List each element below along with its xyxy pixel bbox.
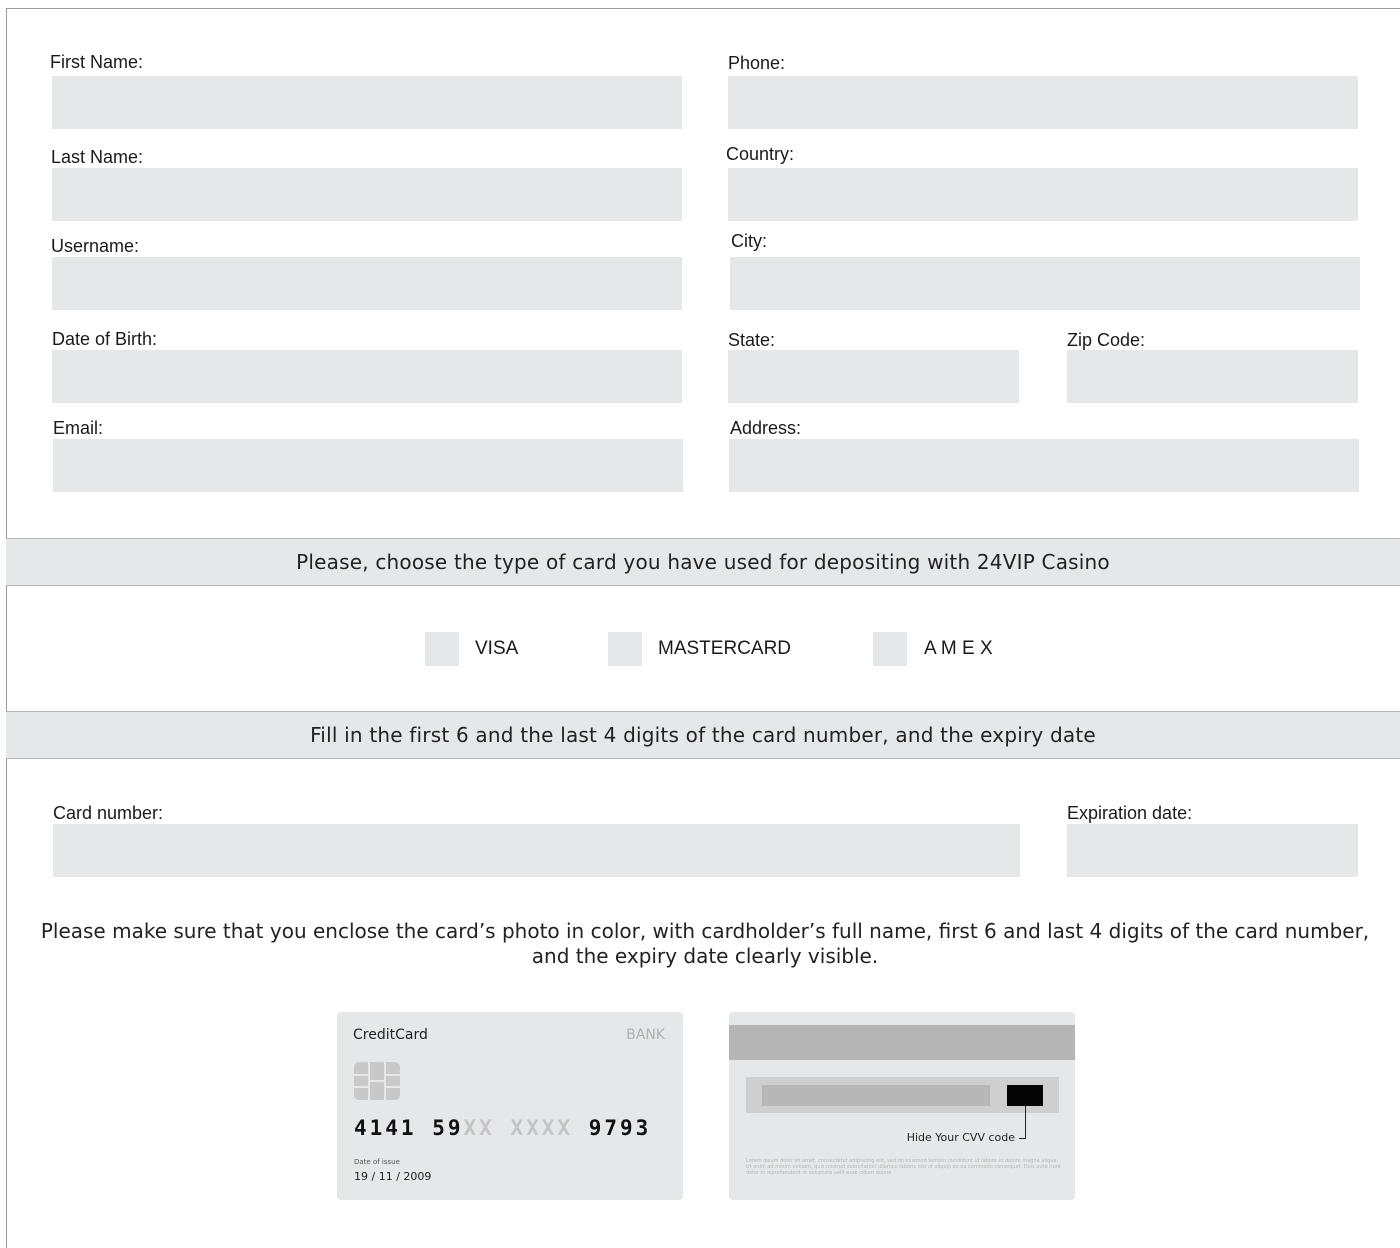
phone-label: Phone:: [728, 53, 786, 73]
cvv-cover: [1007, 1085, 1043, 1106]
card-back-illustration: Hide Your CVV code Lorem ipsum dolor sit…: [729, 1012, 1075, 1200]
country-input[interactable]: [728, 168, 1358, 221]
cvv-pointer-tick: [1019, 1138, 1026, 1139]
photo-instructions: Please make sure that you enclose the ca…: [40, 919, 1370, 968]
last-name-input[interactable]: [52, 168, 682, 221]
visa-checkbox[interactable]: [425, 632, 459, 666]
card-brand-text: CreditCard: [353, 1027, 428, 1043]
card-fine-print: Lorem ipsum dolor sit amet, consectetur …: [746, 1158, 1061, 1176]
country-label: Country:: [726, 144, 795, 164]
card-number-input[interactable]: [53, 824, 1020, 877]
magnetic-stripe: [729, 1025, 1075, 1060]
date-of-issue-value: 19 / 11 / 2009: [354, 1170, 432, 1183]
card-number-heading: Fill in the first 6 and the last 4 digit…: [6, 711, 1400, 759]
email-label: Email:: [53, 418, 104, 438]
phone-input[interactable]: [728, 76, 1358, 129]
amex-label: A M E X: [924, 638, 993, 659]
cvv-pointer-line: [1025, 1106, 1026, 1138]
zip-code-input[interactable]: [1067, 350, 1358, 403]
first-name-input[interactable]: [52, 76, 682, 129]
card-front-illustration: CreditCard BANK 4141 59XX XXXX 9793 Date…: [337, 1012, 683, 1200]
card-type-heading: Please, choose the type of card you have…: [6, 538, 1400, 586]
expiration-date-input[interactable]: [1067, 824, 1358, 877]
city-label: City:: [731, 231, 767, 251]
city-input[interactable]: [730, 257, 1360, 310]
date-of-birth-label: Date of Birth:: [52, 329, 158, 349]
card-number-label: Card number:: [53, 803, 164, 823]
mastercard-checkbox[interactable]: [608, 632, 642, 666]
expiration-date-label: Expiration date:: [1067, 803, 1193, 823]
visa-label: VISA: [475, 638, 519, 659]
amex-checkbox[interactable]: [873, 632, 907, 666]
date-of-birth-input[interactable]: [52, 350, 682, 403]
mastercard-label: MASTERCARD: [658, 638, 792, 659]
username-label: Username:: [51, 236, 140, 256]
card-chip-icon: [354, 1062, 400, 1100]
signature-strip: [762, 1085, 990, 1106]
state-input[interactable]: [728, 350, 1019, 403]
cvv-hint-text: Hide Your CVV code: [906, 1131, 1015, 1144]
first-name-label: First Name:: [50, 52, 144, 72]
last-name-label: Last Name:: [51, 147, 144, 167]
address-input[interactable]: [729, 439, 1359, 492]
card-number-sample: 4141 59XX XXXX 9793: [354, 1116, 652, 1140]
card-bank-text: BANK: [626, 1027, 665, 1043]
date-of-issue-label: Date of issue: [354, 1158, 400, 1166]
address-label: Address:: [730, 418, 802, 438]
email-input[interactable]: [53, 439, 683, 492]
username-input[interactable]: [52, 257, 682, 310]
zip-code-label: Zip Code:: [1067, 330, 1146, 350]
state-label: State:: [728, 330, 776, 350]
